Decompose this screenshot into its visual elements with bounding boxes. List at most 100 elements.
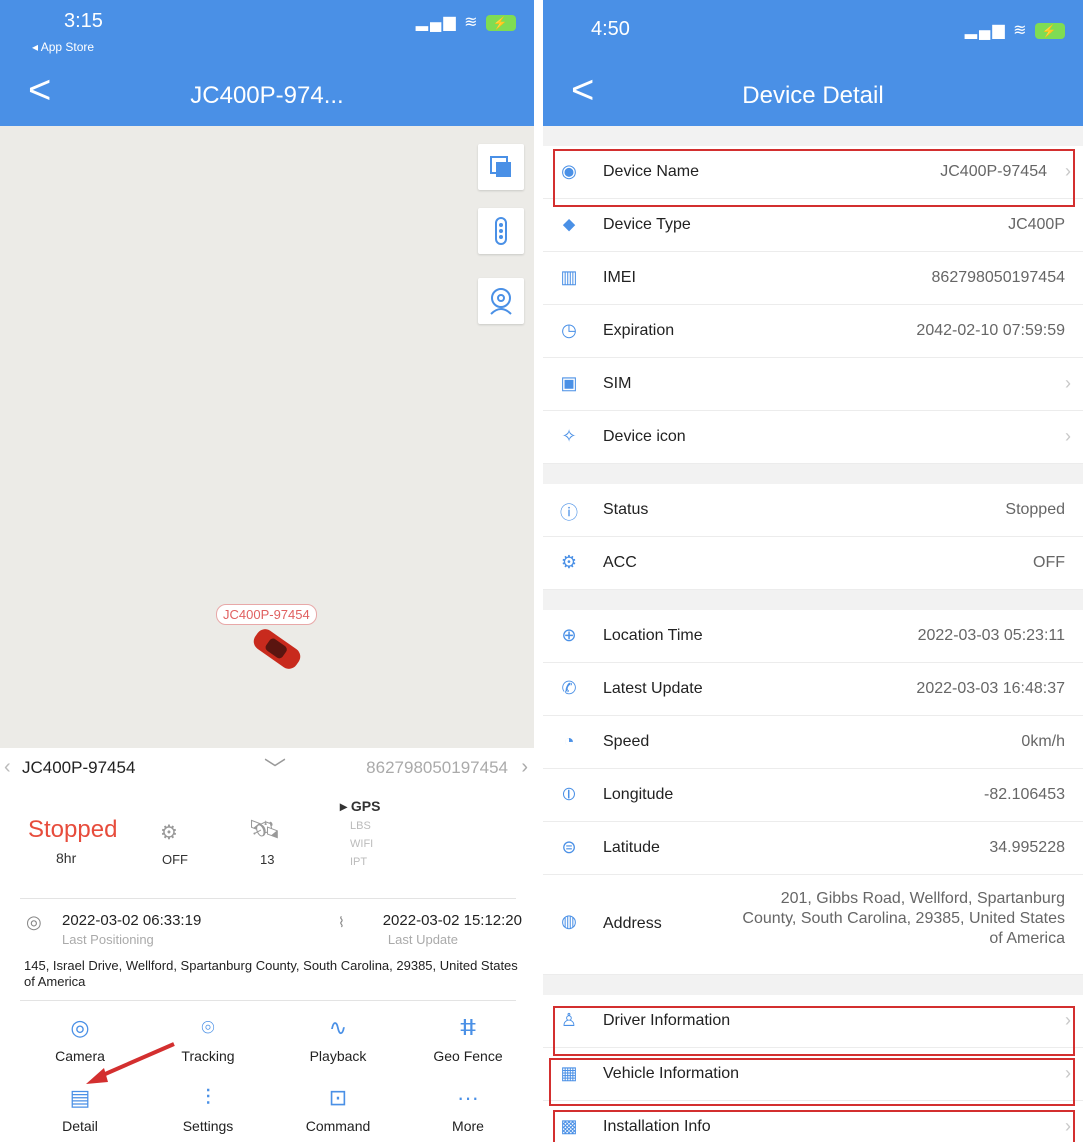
map-screen: 3:15 ◂ App Store ▂▄▆ ≋ ⚡ < JC400P-974...… (0, 0, 534, 1142)
device-state: Stopped (28, 816, 118, 843)
map-view[interactable]: JC400P-97454 (0, 126, 534, 748)
status-summary: Stopped 8hr ⚙ OFF 🛰 13 ▸ GPS LBS WIFI IP… (0, 790, 534, 880)
geo-fence-button[interactable]: ⵌ Geo Fence (408, 1012, 528, 1064)
detail-value-address: 201, Gibbs Road, Wellford, Spartanburg C… (742, 890, 1065, 947)
mode-gps: ▸ GPS (340, 798, 381, 814)
detail-label-device-name: Device Name (603, 163, 700, 180)
function-grid: ◎ Camera ⌾ Tracking ∿ Playback ⵌ Geo Fen… (0, 1012, 534, 1142)
car-label[interactable]: JC400P-97454 (216, 604, 317, 625)
next-device-icon[interactable]: › (521, 756, 528, 779)
settings-label: Settings (182, 1118, 234, 1134)
section-gap (543, 126, 1083, 146)
detail-row-device-icon[interactable]: ✧ Device icon › (543, 411, 1083, 464)
detail-row-vehicle-information[interactable]: ▦ Vehicle Information › (543, 1048, 1083, 1101)
detail-row-longitude: ⦶ Longitude -82.106453 (543, 769, 1083, 822)
map-layers-button[interactable] (478, 144, 524, 190)
detail-value-acc: OFF (1033, 554, 1065, 571)
engine-icon: ⚙ (560, 552, 578, 572)
more-dots-icon: ··· (457, 1085, 479, 1110)
detail-label-address: Address (603, 915, 662, 932)
annotation-arrow-icon (86, 1042, 175, 1084)
status-icons: ▂▄▆ ≋ ⚡ (416, 12, 516, 32)
detail-label-device-icon: Device icon (603, 428, 686, 445)
car-marker-icon[interactable] (250, 625, 304, 673)
traffic-button[interactable] (478, 208, 524, 254)
detail-label-longitude: Longitude (603, 786, 674, 803)
detail-row-status: ⓘ Status Stopped (543, 484, 1083, 537)
detail-label-acc: ACC (603, 554, 637, 571)
previous-device-icon[interactable]: ‹ (4, 756, 11, 779)
person-icon: ♙ (560, 1010, 578, 1030)
location-pin-icon: ◎ (26, 912, 42, 932)
battery-icon: ⚡ (486, 14, 516, 31)
chevron-down-icon[interactable]: ﹀ (264, 752, 286, 784)
detail-label-latitude: Latitude (603, 839, 660, 856)
command-button[interactable]: ⊡ Command (278, 1082, 398, 1134)
sim-icon: ▣ (560, 373, 578, 393)
clock-icon: ◷ (561, 320, 577, 340)
wifi-icon: ≋ (464, 14, 480, 31)
wifi-icon: ≋ (1013, 22, 1029, 39)
detail-value-latest-update: 2022-03-03 16:48:37 (916, 680, 1065, 697)
command-label: Command (305, 1118, 371, 1134)
playback-label: Playback (309, 1048, 367, 1064)
satellite-icon: 🛰 (248, 814, 282, 844)
detail-row-expiration: ◷ Expiration 2042-02-10 07:59:59 (543, 305, 1083, 358)
detail-label-installation-info: Installation Info (603, 1118, 711, 1135)
acc-state: OFF (162, 852, 188, 867)
status-icons: ▂▄▆ ≋ ⚡ (965, 20, 1065, 40)
playback-button[interactable]: ∿ Playback (278, 1012, 398, 1064)
chevron-right-icon: › (1065, 1063, 1071, 1083)
mode-gps-label: GPS (350, 798, 381, 814)
detail-label-location-time: Location Time (603, 627, 703, 644)
fence-icon: ⵌ (459, 1015, 477, 1040)
more-button[interactable]: ··· More (408, 1082, 528, 1134)
back-to-app-store-link[interactable]: ◂ App Store (32, 40, 94, 54)
detail-value-device-type: JC400P (1008, 216, 1065, 233)
detail-row-installation-info[interactable]: ▩ Installation Info › (543, 1101, 1083, 1142)
detail-row-driver-information[interactable]: ♙ Driver Information › (543, 995, 1083, 1048)
detail-value-longitude: -82.106453 (984, 786, 1065, 803)
divider (20, 1000, 516, 1001)
status-bar: 3:15 ◂ App Store ▂▄▆ ≋ ⚡ (0, 0, 534, 60)
current-address: 145, Israel Drive, Wellford, Spartanburg… (24, 958, 518, 989)
terminal-icon: ⊡ (328, 1085, 348, 1110)
detail-row-device-name[interactable]: ◉ Device Name JC400P-97454 › (543, 146, 1083, 199)
crosshair-icon: ⊕ (561, 625, 577, 645)
status-time: 3:15 (64, 10, 103, 32)
mode-wifi: WIFI (350, 838, 374, 850)
positioning-info: ◎ 2022-03-02 06:33:19 Last Positioning ⌇… (0, 906, 534, 996)
detail-row-speed: ◔ Speed 0km/h (543, 716, 1083, 769)
speedometer-icon: ◔ (563, 731, 575, 751)
chevron-right-icon: › (1065, 1116, 1071, 1136)
detail-label-speed: Speed (603, 733, 650, 750)
section-gap (543, 590, 1083, 610)
detail-row-latitude: ⊜ Latitude 34.995228 (543, 822, 1083, 875)
info-circle-icon: ⓘ (560, 503, 578, 523)
device-icon-icon: ✧ (561, 426, 577, 446)
more-label: More (452, 1118, 484, 1134)
detail-row-sim[interactable]: ▣ SIM › (543, 358, 1083, 411)
detail-label-sim: SIM (603, 375, 632, 392)
nav-bar: < JC400P-974... (0, 60, 534, 126)
street-view-button[interactable] (478, 278, 524, 324)
detail-label-device-type: Device Type (603, 216, 691, 233)
detail-value-expiration: 2042-02-10 07:59:59 (916, 322, 1065, 339)
map-pin-icon: ◍ (561, 911, 577, 931)
page-title: Device Detail (742, 82, 884, 109)
last-update-label: Last Update (387, 932, 458, 947)
pulse-icon: ⌇ (338, 914, 345, 930)
device-imei: 862798050197454 (366, 758, 508, 777)
chevron-right-icon: › (1065, 1010, 1071, 1030)
detail-row-acc: ⚙ ACC OFF (543, 537, 1083, 590)
signal-icon: ▂▄▆ (964, 22, 1007, 39)
detail-label-imei: IMEI (603, 269, 636, 286)
chevron-right-icon: › (1065, 373, 1071, 393)
page-title: JC400P-974... (190, 82, 344, 109)
detail-label-latest-update: Latest Update (603, 680, 703, 697)
camera-lens-icon (490, 288, 512, 315)
detail-label-vehicle-information: Vehicle Information (603, 1065, 740, 1082)
detail-label-status: Status (603, 501, 649, 518)
last-update-time: 2022-03-02 15:12:20 (382, 912, 522, 929)
status-bar: 4:50 ▂▄▆ ≋ ⚡ (543, 0, 1083, 60)
